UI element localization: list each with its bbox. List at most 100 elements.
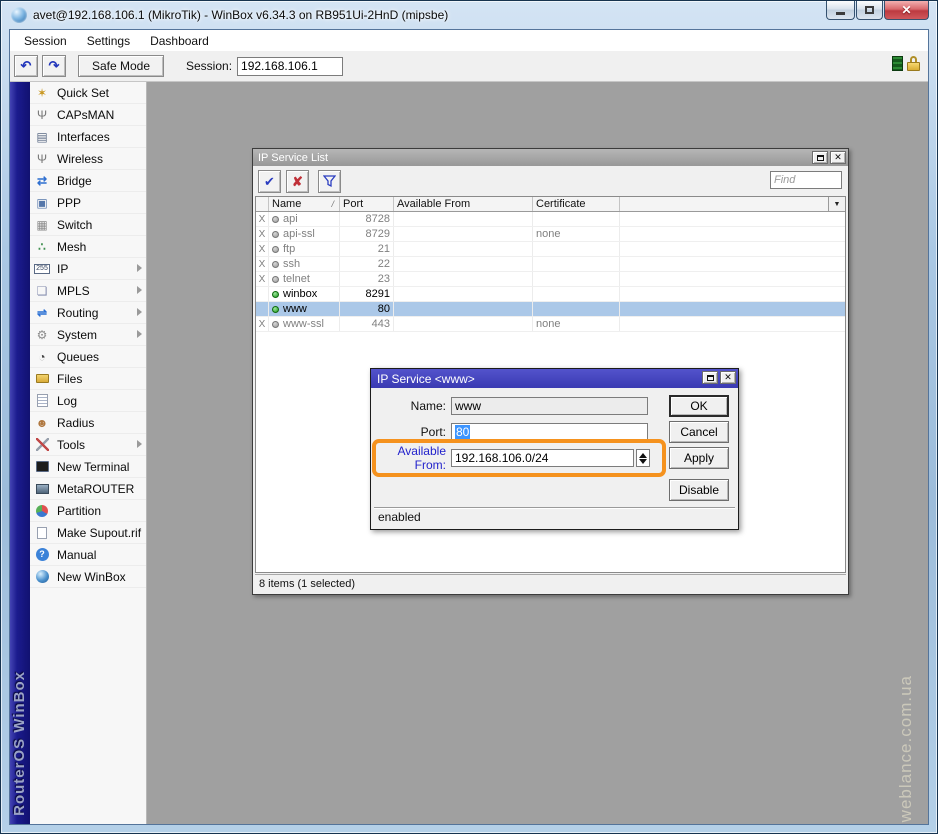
certificate-column-header[interactable]: Certificate <box>533 197 620 211</box>
service-status-dot-icon <box>272 291 279 298</box>
disabled-flag: X <box>256 317 269 331</box>
sidebar-item-label: CAPsMAN <box>57 108 114 122</box>
sidebar-item-new-terminal[interactable]: New Terminal <box>30 456 146 478</box>
sidebar-item-label: Queues <box>57 350 99 364</box>
close-button[interactable]: ✕ <box>884 1 929 20</box>
disable-service-button[interactable]: ✘ <box>286 170 309 193</box>
available-from-cell <box>394 242 533 256</box>
table-row[interactable]: X www-ssl 443 none <box>256 317 845 332</box>
filter-button[interactable] <box>318 170 341 193</box>
available-from-field[interactable] <box>451 449 634 467</box>
available-from-cell <box>394 272 533 286</box>
disabled-flag: X <box>256 272 269 286</box>
sidebar-item-mesh[interactable]: ∴Mesh <box>30 236 146 258</box>
flag-column-header[interactable] <box>256 197 269 211</box>
table-row[interactable]: winbox 8291 <box>256 287 845 302</box>
switch-icon: ▦ <box>34 217 50 233</box>
sidebar-item-new-winbox[interactable]: New WinBox <box>30 566 146 588</box>
sidebar-item-queues[interactable]: ◔Queues <box>30 346 146 368</box>
maximize-button[interactable] <box>812 151 828 164</box>
table-row[interactable]: X api-ssl 8729 none <box>256 227 845 242</box>
name-field[interactable] <box>451 397 648 415</box>
service-status-dot-icon <box>272 216 279 223</box>
sidebar-item-partition[interactable]: Partition <box>30 500 146 522</box>
available-from-label: Available From: <box>371 444 451 472</box>
name-column-header[interactable]: Name/ <box>269 197 340 211</box>
port-field[interactable]: 80 <box>451 423 648 441</box>
service-status-dot-icon <box>272 321 279 328</box>
sidebar-item-radius[interactable]: ☻Radius <box>30 412 146 434</box>
sidebar-item-bridge[interactable]: ⇄Bridge <box>30 170 146 192</box>
bridge-arrows-icon: ⇄ <box>34 173 50 189</box>
close-button[interactable]: ✕ <box>720 371 736 384</box>
ok-button[interactable]: OK <box>669 395 729 417</box>
sidebar-item-label: Tools <box>57 438 85 452</box>
sidebar-item-wireless[interactable]: ΨWireless <box>30 148 146 170</box>
service-status-dot-icon <box>272 276 279 283</box>
port-column-header[interactable]: Port <box>340 197 394 211</box>
pie-chart-icon <box>34 503 50 519</box>
sidebar-item-ppp[interactable]: ▣PPP <box>30 192 146 214</box>
disable-button[interactable]: Disable <box>669 479 729 501</box>
close-button[interactable]: ✕ <box>830 151 846 164</box>
table-row[interactable]: X api 8728 <box>256 212 845 227</box>
sort-ascending-icon: / <box>331 199 336 209</box>
service-name-cell: ftp <box>269 242 340 256</box>
sidebar-item-interfaces[interactable]: ▤Interfaces <box>30 126 146 148</box>
table-row[interactable]: X ftp 21 <box>256 242 845 257</box>
safe-mode-button[interactable]: Safe Mode <box>78 55 164 77</box>
service-status-dot-icon <box>272 261 279 268</box>
redo-button[interactable]: ↷ <box>42 55 66 77</box>
available-from-column-header[interactable]: Available From <box>394 197 533 211</box>
table-row[interactable]: X ssh 22 <box>256 257 845 272</box>
maximize-button[interactable] <box>856 1 883 20</box>
table-row[interactable]: X telnet 23 <box>256 272 845 287</box>
sidebar-item-manual[interactable]: ?Manual <box>30 544 146 566</box>
add-remove-entry-stepper[interactable] <box>636 449 650 467</box>
ip-service-list-titlebar[interactable]: IP Service List ✕ <box>253 149 848 166</box>
menu-dashboard[interactable]: Dashboard <box>140 31 219 51</box>
dialog-titlebar[interactable]: IP Service <www> ✕ <box>371 369 738 388</box>
service-port-cell: 80 <box>340 302 394 316</box>
sidebar-item-log[interactable]: Log <box>30 390 146 412</box>
sidebar-item-routing[interactable]: ⇌Routing <box>30 302 146 324</box>
sidebar-item-system[interactable]: ⚙System <box>30 324 146 346</box>
sidebar-item-tools[interactable]: Tools <box>30 434 146 456</box>
toolbar: ↶ ↷ Safe Mode Session: <box>10 51 928 82</box>
column-options-button[interactable]: ▼ <box>828 197 845 211</box>
undo-button[interactable]: ↶ <box>14 55 38 77</box>
table-row-selected[interactable]: www 80 <box>256 302 845 317</box>
minimize-button[interactable] <box>826 1 855 20</box>
network-card-icon: ▤ <box>34 129 50 145</box>
session-input[interactable] <box>237 57 343 76</box>
sidebar-item-label: IP <box>57 262 68 276</box>
app-titlebar[interactable]: avet@192.168.106.1 (MikroTik) - WinBox v… <box>1 1 937 29</box>
winbox-globe-icon <box>34 569 50 585</box>
enable-service-button[interactable]: ✔ <box>258 170 281 193</box>
magic-wand-icon: ✶ <box>34 85 50 101</box>
sidebar-item-mpls[interactable]: ❏MPLS <box>30 280 146 302</box>
sidebar-item-ip[interactable]: 255IP <box>30 258 146 280</box>
cancel-button[interactable]: Cancel <box>669 421 729 443</box>
certificate-cell <box>533 257 620 271</box>
disabled-flag: X <box>256 257 269 271</box>
sidebar-item-switch[interactable]: ▦Switch <box>30 214 146 236</box>
available-from-cell <box>394 317 533 331</box>
maximize-button[interactable] <box>702 371 718 384</box>
sidebar-item-metarouter[interactable]: MetaROUTER <box>30 478 146 500</box>
find-input[interactable] <box>770 171 842 189</box>
certificate-cell <box>533 302 620 316</box>
sidebar-item-label: Log <box>57 394 77 408</box>
routing-arrows-icon: ⇌ <box>34 305 50 321</box>
apply-button[interactable]: Apply <box>669 447 729 469</box>
service-name-cell: www <box>269 302 340 316</box>
sidebar-item-make-supout[interactable]: Make Supout.rif <box>30 522 146 544</box>
dropdown-arrow-icon: ▼ <box>834 201 841 208</box>
sidebar-item-quick-set[interactable]: ✶Quick Set <box>30 82 146 104</box>
menu-session[interactable]: Session <box>14 31 77 51</box>
close-icon: ✕ <box>834 152 842 163</box>
menu-settings[interactable]: Settings <box>77 31 140 51</box>
sidebar-item-label: System <box>57 328 97 342</box>
sidebar-item-files[interactable]: Files <box>30 368 146 390</box>
sidebar-item-capsman[interactable]: ΨCAPsMAN <box>30 104 146 126</box>
